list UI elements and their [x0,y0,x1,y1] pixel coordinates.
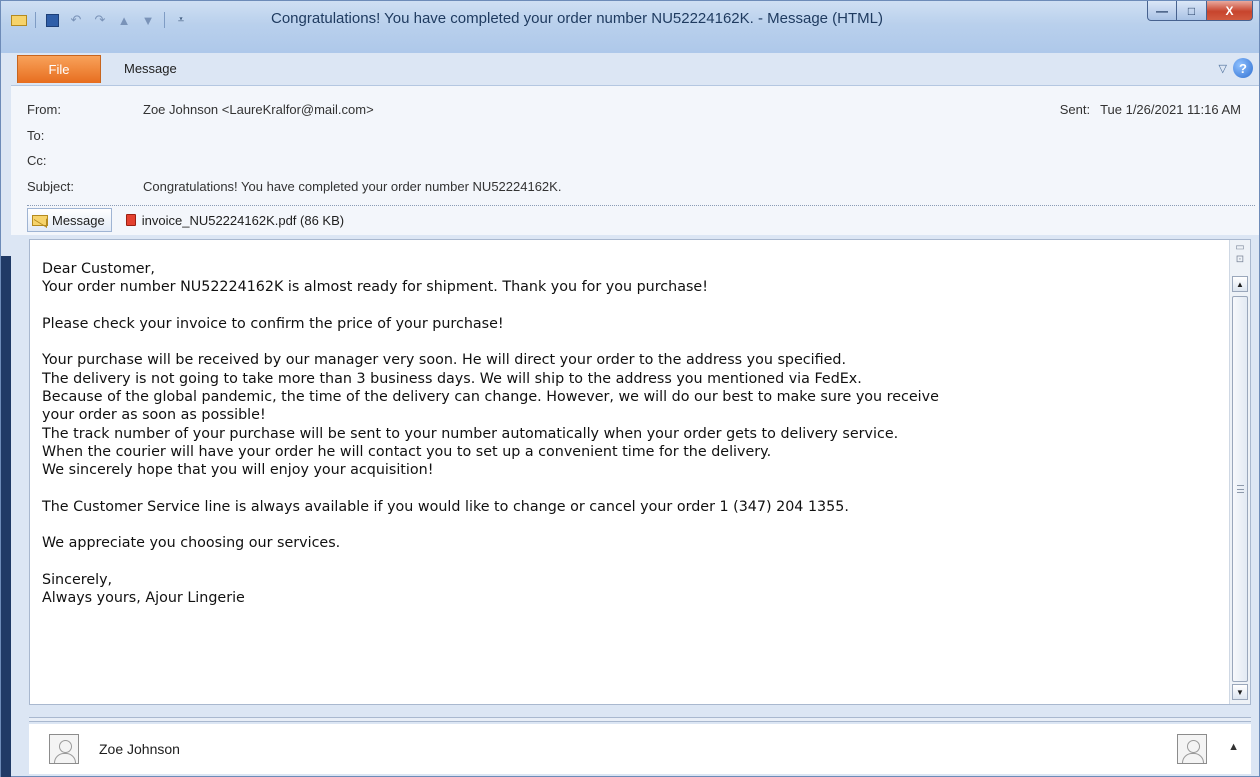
sent-info: Sent: Tue 1/26/2021 11:16 AM [1060,102,1241,117]
grip-icon [1237,485,1244,493]
to-label: To: [27,128,45,143]
header-divider [27,205,1255,206]
pdf-attachment[interactable]: invoice_NU52224162K.pdf (86 KB) [125,212,345,228]
scroll-up-button[interactable]: ▲ [1232,276,1248,292]
people-pane: Zoe Johnson ▲ [29,724,1251,774]
people-pane-name[interactable]: Zoe Johnson [99,741,180,757]
customize-toolbar-icon[interactable]: ⩡ [171,10,191,30]
people-pane-splitter[interactable] [29,717,1251,722]
from-value[interactable]: Zoe Johnson <LaureKralfor@mail.com> [143,102,374,117]
window-left-edge [1,256,11,777]
attachment-bar: Message invoice_NU52224162K.pdf (86 KB) [27,207,344,233]
title-bar: ↶ ↷ ▲ ▼ ⩡ Congratulations! You have comp… [1,1,1259,53]
ribbon-tabs: File Message ▽ ? [1,53,1259,85]
toolbar-separator [35,12,36,28]
window-controls: — □ X [1147,1,1253,21]
down-arrow-icon[interactable]: ▼ [138,10,158,30]
maximize-button[interactable]: □ [1177,1,1207,21]
ruler-toggle-icon[interactable]: ▭ ⊡ [1233,242,1247,268]
close-button[interactable]: X [1207,1,1253,21]
cc-label: Cc: [27,153,47,168]
vertical-scrollbar[interactable]: ▭ ⊡ ▲ ▼ [1229,240,1250,704]
message-body[interactable]: Dear Customer, Your order number NU52224… [29,239,1251,705]
avatar-icon[interactable] [49,734,79,764]
up-arrow-icon[interactable]: ▲ [114,10,134,30]
tab-file[interactable]: File [17,55,101,83]
undo-icon[interactable]: ↶ [66,10,86,30]
subject-value: Congratulations! You have completed your… [143,179,562,194]
envelope-icon[interactable] [9,10,29,30]
toolbar-separator [164,12,165,28]
message-tab-label: Message [52,212,105,228]
window-title: Congratulations! You have completed your… [271,10,883,27]
attachment-filename: invoice_NU52224162K.pdf (86 KB) [141,212,345,228]
minimize-ribbon-icon[interactable]: ▽ [1219,62,1227,75]
scroll-down-button[interactable]: ▼ [1232,684,1248,700]
scroll-thumb[interactable] [1232,296,1248,682]
pdf-icon [125,214,136,226]
sent-label: Sent: [1059,102,1091,117]
message-body-text: Dear Customer, Your order number NU52224… [42,261,939,607]
expand-people-pane-icon[interactable]: ▲ [1228,741,1239,753]
tab-message[interactable]: Message [124,61,177,76]
message-attachment-tab[interactable]: Message [27,208,112,232]
sent-value: Tue 1/26/2021 11:16 AM [1100,102,1241,117]
help-icon[interactable]: ? [1233,58,1253,78]
from-label: From: [27,102,61,117]
save-icon[interactable] [42,10,62,30]
quick-access-toolbar: ↶ ↷ ▲ ▼ ⩡ [9,8,191,32]
subject-label: Subject: [27,179,74,194]
minimize-button[interactable]: — [1147,1,1177,21]
avatar-icon[interactable] [1177,734,1207,764]
message-window: ↶ ↷ ▲ ▼ ⩡ Congratulations! You have comp… [0,0,1260,777]
envelope-icon [32,214,48,226]
message-header: From: Zoe Johnson <LaureKralfor@mail.com… [11,85,1259,235]
redo-icon[interactable]: ↷ [90,10,110,30]
ribbon-right-controls: ▽ ? [1219,58,1253,78]
